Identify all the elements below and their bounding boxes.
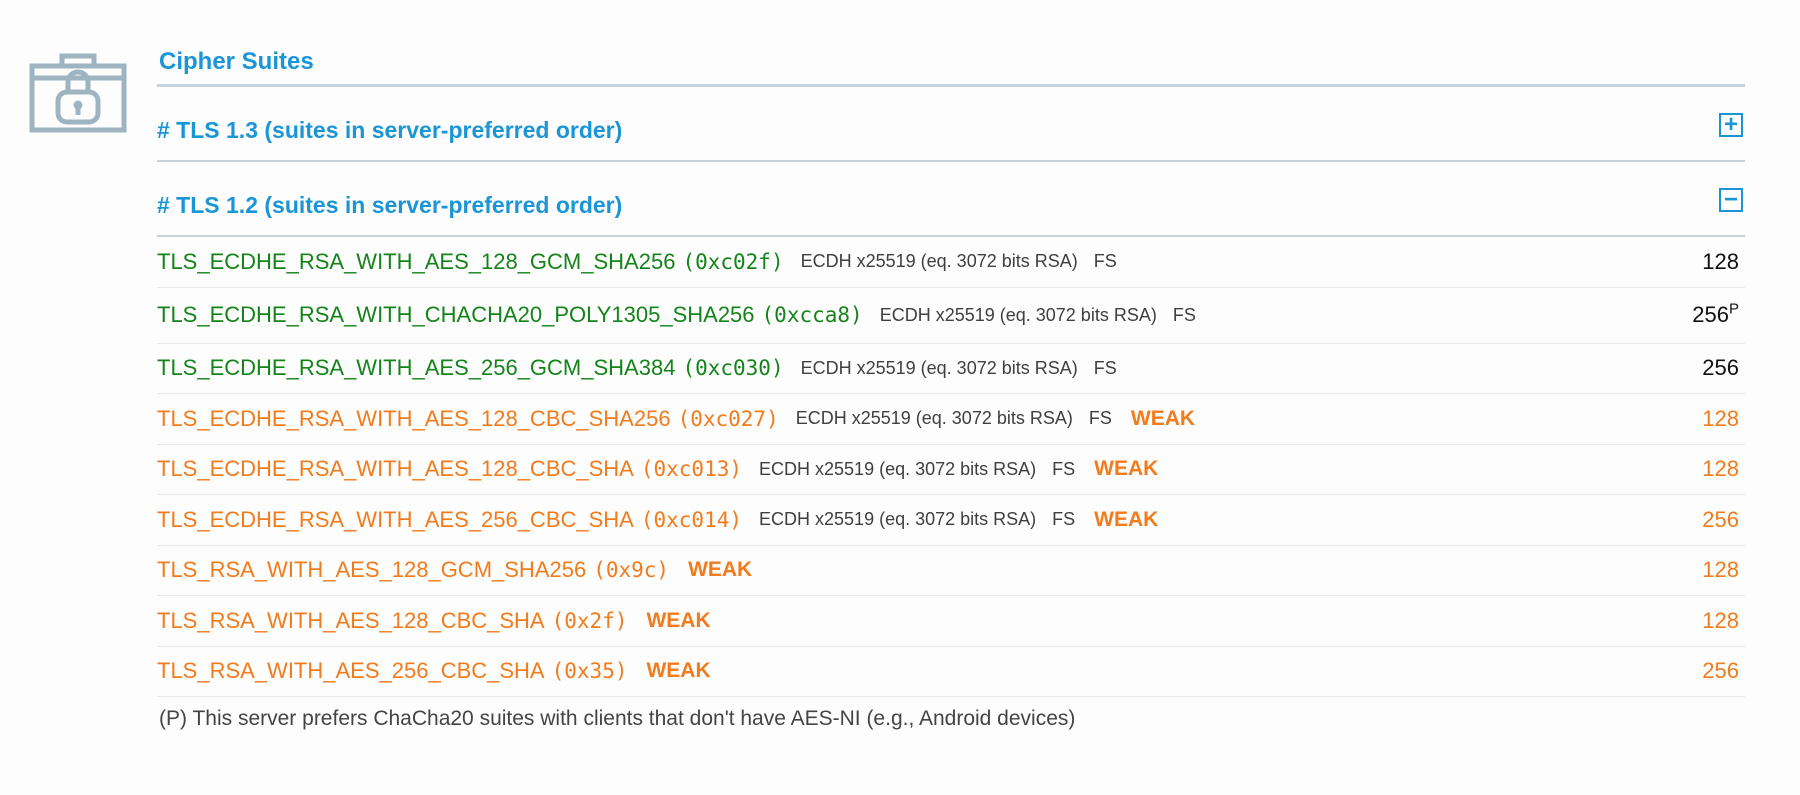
suite-key-exchange: ECDH x25519 (eq. 3072 bits RSA) [879,304,1157,325]
suite-name: TLS_ECDHE_RSA_WITH_AES_128_CBC_SHA [157,456,634,482]
suite-name: TLS_ECDHE_RSA_WITH_CHACHA20_POLY1305_SHA… [157,302,755,327]
suite-fs: FS [1052,458,1076,479]
suite-bits: 128 [1702,248,1739,274]
suite-key-exchange: ECDH x25519 (eq. 3072 bits RSA) [795,408,1073,429]
suite-row: TLS_ECDHE_RSA_WITH_AES_128_CBC_SHA (0xc0… [157,445,1745,495]
suite-bits: 128 [1702,557,1739,583]
suite-row: TLS_RSA_WITH_AES_128_CBC_SHA (0x2f) WEAK… [157,596,1745,647]
suite-row: TLS_ECDHE_RSA_WITH_AES_128_GCM_SHA256 (0… [157,237,1745,288]
suite-key-exchange: ECDH x25519 (eq. 3072 bits RSA) [800,357,1078,378]
suite-name: TLS_ECDHE_RSA_WITH_AES_128_GCM_SHA256 [157,248,676,274]
suite-bits: 256 [1702,658,1739,684]
suite-name: TLS_ECDHE_RSA_WITH_AES_256_GCM_SHA384 [157,355,676,381]
suite-row: TLS_ECDHE_RSA_WITH_AES_256_CBC_SHA (0xc0… [157,495,1745,546]
suite-fs: FS [1052,509,1076,530]
minus-box-icon[interactable]: − [1719,188,1743,212]
suite-row: TLS_RSA_WITH_AES_128_GCM_SHA256 (0x9c) W… [157,546,1745,596]
suite-bits: 128 [1702,456,1739,482]
tls13-header[interactable]: # TLS 1.3 (suites in server-preferred or… [157,87,1745,162]
suite-name: TLS_ECDHE_RSA_WITH_AES_256_CBC_SHA [157,506,634,532]
suite-code: (0x35) [551,659,628,684]
cipher-suites-page: Cipher Suites # TLS 1.3 (suites in serve… [0,0,1800,795]
suite-key-exchange: ECDH x25519 (eq. 3072 bits RSA) [759,509,1037,530]
suite-code: (0x2f) [551,608,628,633]
tls12-title: # TLS 1.2 (suites in server-preferred or… [157,192,623,218]
suite-code: (0xc030) [682,356,784,381]
suite-bits: 256 [1702,355,1739,381]
suite-fs: FS [1093,357,1117,378]
suite-key-exchange: ECDH x25519 (eq. 3072 bits RSA) [759,458,1037,479]
suite-key-exchange: ECDH x25519 (eq. 3072 bits RSA) [800,251,1078,272]
suite-fs: FS [1172,304,1196,325]
suite-code: (0xcca8) [761,303,863,327]
suite-row: TLS_ECDHE_RSA_WITH_AES_256_GCM_SHA384 (0… [157,344,1745,394]
suite-code: (0xc02f) [682,249,784,274]
cipher-suites-section: Cipher Suites # TLS 1.3 (suites in serve… [157,40,1745,731]
suite-row: TLS_ECDHE_RSA_WITH_CHACHA20_POLY1305_SHA… [157,288,1745,344]
footnote-marker: P [1728,300,1739,318]
weak-badge: WEAK [1094,457,1159,481]
weak-badge: WEAK [646,659,711,683]
weak-badge: WEAK [646,608,711,632]
suite-name: TLS_RSA_WITH_AES_128_CBC_SHA [157,607,545,633]
suite-code: (0xc027) [677,406,779,431]
footnote: (P) This server prefers ChaCha20 suites … [159,707,1076,730]
suite-fs: FS [1093,251,1117,272]
suite-code: (0xc013) [640,457,743,482]
suite-name: TLS_RSA_WITH_AES_128_GCM_SHA256 [157,557,587,583]
suite-row: TLS_ECDHE_RSA_WITH_AES_128_CBC_SHA256 (0… [157,394,1745,445]
weak-badge: WEAK [1094,507,1159,531]
weak-badge: WEAK [688,558,753,582]
suite-row: TLS_RSA_WITH_AES_256_CBC_SHA (0x35) WEAK… [157,647,1745,697]
weak-badge: WEAK [1130,406,1196,430]
section-title: Cipher Suites [157,40,1745,87]
plus-box-icon[interactable]: + [1719,113,1743,137]
suite-bits: 256 [1702,506,1739,532]
suite-bits: 256P [1692,300,1739,327]
tls13-title: # TLS 1.3 (suites in server-preferred or… [157,117,623,143]
suite-bits: 128 [1702,607,1739,633]
tls12-suite-list: TLS_ECDHE_RSA_WITH_AES_128_GCM_SHA256 (0… [157,237,1745,697]
suite-bits: 128 [1702,405,1739,431]
suite-name: TLS_ECDHE_RSA_WITH_AES_128_CBC_SHA256 [157,405,671,431]
suite-name: TLS_RSA_WITH_AES_256_CBC_SHA [157,658,545,684]
suite-code: (0xc014) [640,507,743,532]
lock-case-icon [29,53,127,133]
suite-fs: FS [1088,408,1112,429]
tls12-header[interactable]: # TLS 1.2 (suites in server-preferred or… [157,162,1745,237]
suite-code: (0x9c) [593,558,670,583]
